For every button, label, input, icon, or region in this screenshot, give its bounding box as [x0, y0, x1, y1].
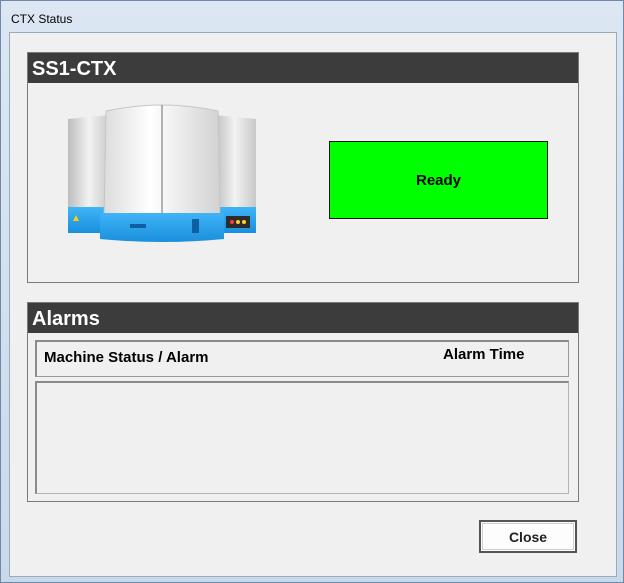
alarms-column-header-row: Machine Status / Alarm Alarm Time: [35, 340, 569, 377]
machine-panel: SS1-CTX Ready: [27, 52, 579, 283]
close-button[interactable]: Close: [479, 520, 577, 553]
ctx-machine-icon: [62, 97, 262, 247]
column-header-machine-status[interactable]: Machine Status / Alarm: [44, 349, 209, 366]
window-title: CTX Status: [11, 12, 73, 26]
ctx-status-window: CTX Status SS1-CTX Ready Alarms Machine …: [0, 0, 624, 583]
dialog-client-area: SS1-CTX Ready Alarms Machine Status / Al…: [9, 32, 617, 577]
close-button-label: Close: [508, 528, 548, 545]
machine-status-indicator: Ready: [329, 141, 548, 219]
alarms-panel: Alarms Machine Status / Alarm Alarm Time: [27, 302, 579, 502]
alarms-list[interactable]: [35, 381, 569, 494]
title-bar[interactable]: CTX Status: [1, 1, 623, 31]
machine-panel-header: SS1-CTX: [28, 53, 578, 83]
column-header-alarm-time[interactable]: Alarm Time: [443, 346, 524, 363]
alarms-panel-header: Alarms: [28, 303, 578, 333]
